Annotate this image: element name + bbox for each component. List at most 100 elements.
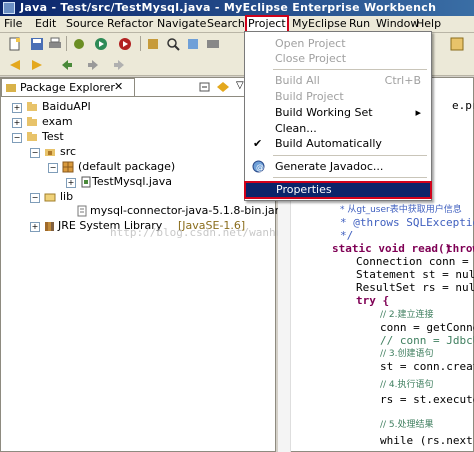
collapse-toggle-icon[interactable]: − [12,133,22,143]
menu-item-build-working-set[interactable]: Build Working Set ▸ [245,105,431,120]
expand-toggle-icon[interactable]: + [66,178,76,188]
code-line: Statement st = null; [356,268,474,281]
shortcut-label: Ctrl+B [384,74,421,87]
code-comment: // 5.处理结果 [380,420,434,430]
search-icon[interactable] [166,37,180,51]
forward-icon[interactable] [86,58,100,72]
menu-item-open-project[interactable]: Open Project [245,36,431,51]
menu-search[interactable]: Search [207,17,245,31]
menu-run[interactable]: Run [349,17,370,31]
tree-item-exam[interactable]: exam [42,115,73,129]
package-explorer-icon [6,84,16,92]
collapse-toggle-icon[interactable]: − [48,163,58,173]
view-menu-icon[interactable]: ▽ [236,80,244,91]
perspective-icon[interactable] [450,37,464,51]
project-icon [27,102,37,111]
javadoc-icon: @ [252,160,265,173]
menu-item-label: Clean... [275,122,317,135]
collapse-all-icon[interactable] [198,81,212,93]
check-icon: ✔ [253,137,263,150]
forward-history-icon[interactable] [112,58,126,72]
tree-item-default-package[interactable]: (default package) [78,160,175,174]
code-line: rs = st.executeQ [380,393,474,406]
next-annotation-icon[interactable] [8,58,22,72]
link-editor-icon[interactable] [216,81,230,93]
tree-item-baiduapi[interactable]: BaiduAPI [42,100,91,114]
menu-file[interactable]: File [4,17,22,31]
expand-toggle-icon[interactable]: + [12,103,22,113]
run-icon[interactable] [94,37,108,51]
project-icon [27,132,37,141]
package-explorer-tab[interactable]: Package Explorer ✕ [1,78,135,97]
menu-window[interactable]: Window [376,17,419,31]
collapse-toggle-icon[interactable]: − [30,193,40,203]
menu-edit[interactable]: Edit [35,17,56,31]
code-comment: // conn = JdbcUt [380,334,474,347]
package-icon [62,161,74,173]
menu-separator [273,177,427,178]
jar-file-icon [77,205,87,217]
tree-item-src[interactable]: src [60,145,76,159]
tree-item-testmysql[interactable]: TestMysql.java [92,175,172,189]
menu-item-label: Generate Javadoc... [275,160,384,173]
code-comment: // 2.建立连接 [380,310,434,320]
menu-item-build-all[interactable]: Build All Ctrl+B [245,73,431,88]
source-folder-icon [45,149,55,156]
save-icon[interactable] [30,37,44,51]
folder-icon [44,193,56,202]
expand-toggle-icon[interactable]: + [12,118,22,128]
code-line: Connection conn = nul [356,255,474,268]
menu-item-build-automatically[interactable]: ✔ Build Automatically [245,136,431,151]
menu-item-close-project[interactable]: Close Project [245,51,431,66]
expand-toggle-icon[interactable]: + [30,222,40,232]
menu-item-properties[interactable]: Properties [244,181,432,199]
menu-myeclipse[interactable]: MyEclipse [292,17,347,31]
menu-item-clean[interactable]: Clean... [245,121,431,136]
window-title: Java - Test/src/TestMysql.java - MyEclip… [20,1,437,14]
menu-item-build-project[interactable]: Build Project [245,89,431,104]
code-line: conn = getConnec [380,321,474,334]
menu-refactor[interactable]: Refactor [107,17,153,31]
svg-text:@: @ [256,163,264,172]
package-explorer-tab-label: Package Explorer [20,81,115,94]
menu-source[interactable]: Source [66,17,104,31]
code-line: ResultSet rs = null; [356,281,474,294]
debug-icon[interactable] [72,37,86,51]
toolbar-separator [66,36,67,51]
server-icon[interactable] [206,37,220,51]
code-line: try { [356,294,390,307]
open-type-icon[interactable] [146,37,160,51]
javadoc-line: * 从gt_user表中获取用户信息 [340,205,462,215]
menu-item-generate-javadoc[interactable]: @ Generate Javadoc... [245,159,431,174]
menu-item-label: Build Automatically [275,137,382,150]
previous-annotation-icon[interactable] [30,58,44,72]
menu-separator [273,69,427,70]
tree-item-connector-jar[interactable]: mysql-connector-java-5.1.8-bin.jar [90,204,279,218]
submenu-arrow-icon: ▸ [415,106,421,119]
code-line: while (rs.next() [380,434,474,447]
menu-separator [273,155,427,156]
new-icon[interactable] [8,37,22,51]
menu-navigate[interactable]: Navigate [157,17,206,31]
tree-item-lib[interactable]: lib [60,190,73,204]
project-menu-dropdown: Open Project Close Project Build All Ctrl… [244,31,432,201]
project-icon [27,117,37,126]
menu-help[interactable]: Help [416,17,441,31]
close-icon[interactable]: ✕ [114,80,123,93]
menu-item-label: Properties [276,183,332,196]
tree-item-test[interactable]: Test [42,130,64,144]
print-icon[interactable] [48,37,62,51]
title-bar: Java - Test/src/TestMysql.java - MyEclip… [0,0,474,16]
back-icon[interactable] [60,58,74,72]
menu-item-label: Build All [275,74,320,87]
menu-item-label: Build Project [275,90,344,103]
code-comment: // 4.执行语句 [380,380,434,390]
code-line: e.pr [452,99,474,112]
library-icon [45,222,54,231]
java-file-icon [81,176,91,188]
task-icon[interactable] [186,37,200,51]
code-line: static void read() [332,242,452,255]
collapse-toggle-icon[interactable]: − [30,148,40,158]
external-tools-icon[interactable] [118,37,132,51]
menu-item-label: Close Project [275,52,347,65]
